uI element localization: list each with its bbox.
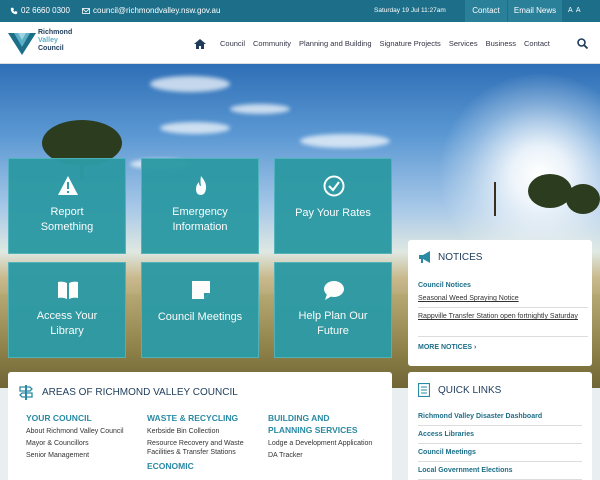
main-nav: Council Community Planning and Building … — [194, 38, 588, 49]
phone-icon — [10, 7, 18, 14]
link-senior-management[interactable]: Senior Management — [26, 451, 136, 460]
nav-item-community[interactable]: Community — [253, 39, 291, 49]
notice-link-rappville[interactable]: Rappville Transfer Station open fortnigh… — [418, 312, 586, 321]
font-size-toggle[interactable]: A A — [568, 7, 582, 14]
envelope-icon — [82, 7, 90, 14]
tile-label: Emergency Information — [172, 206, 228, 233]
list-icon — [418, 383, 430, 397]
megaphone-icon — [419, 251, 430, 263]
access-library-tile[interactable]: Access Your Library — [8, 262, 126, 358]
tree-right-small — [566, 184, 600, 214]
areas-panel: AREAS OF RICHMOND VALLEY COUNCIL YOUR CO… — [8, 372, 392, 480]
building-column: BUILDING AND PLANNING SERVICES Lodge a De… — [268, 412, 378, 463]
notices-title: NOTICES — [438, 251, 483, 263]
contact-button[interactable]: Contact — [465, 0, 507, 22]
tile-label: Access Your Library — [36, 310, 98, 337]
divider — [418, 336, 588, 337]
report-something-tile[interactable]: Report Something — [8, 158, 126, 254]
email-link[interactable]: council@richmondvalley.nsw.gov.au — [82, 6, 220, 15]
link-kerbside-bin[interactable]: Kerbside Bin Collection — [147, 427, 257, 436]
logo-line-valley: Valley — [38, 37, 58, 44]
current-datetime: Saturday 19 Jul 11:27am — [374, 7, 446, 14]
quick-link-elections[interactable]: Local Government Elections — [418, 467, 582, 480]
nav-item-signature-projects[interactable]: Signature Projects — [380, 39, 441, 49]
notice-link-weed-spraying[interactable]: Seasonal Weed Spraying Notice — [418, 294, 586, 303]
areas-title: AREAS OF RICHMOND VALLEY COUNCIL — [42, 386, 238, 398]
your-council-column: YOUR COUNCIL About Richmond Valley Counc… — [26, 412, 136, 463]
phone-number: 02 6660 0300 — [21, 6, 70, 15]
quick-link-council-meetings[interactable]: Council Meetings — [418, 449, 582, 462]
link-about-council[interactable]: About Richmond Valley Council — [26, 427, 136, 436]
tile-label: Council Meetings — [157, 311, 243, 323]
pay-your-rates-tile[interactable]: Pay Your Rates — [274, 158, 392, 254]
waste-heading[interactable]: WASTE & RECYCLING — [147, 412, 257, 424]
logo-line-richmond: Richmond — [38, 29, 73, 36]
link-mayor[interactable]: Mayor & Councillors — [26, 439, 136, 448]
home-icon[interactable] — [194, 39, 206, 49]
areas-header: AREAS OF RICHMOND VALLEY COUNCIL — [18, 384, 238, 400]
power-pole — [494, 182, 496, 216]
link-resource-recovery[interactable]: Resource Recovery and Waste Facilities &… — [147, 439, 257, 457]
notices-header: NOTICES — [418, 251, 482, 263]
tree-right — [528, 174, 572, 208]
quick-links-header: QUICK LINKS — [418, 383, 501, 397]
nav-item-council[interactable]: Council — [220, 39, 245, 49]
link-da-tracker[interactable]: DA Tracker — [268, 451, 378, 460]
nav-item-services[interactable]: Services — [449, 39, 478, 49]
site-header: Richmond Valley Council Council Communit… — [0, 22, 600, 64]
cloud — [300, 134, 390, 148]
tile-label: Pay Your Rates — [295, 207, 371, 219]
flame-icon — [196, 176, 207, 195]
link-lodge-da[interactable]: Lodge a Development Application — [268, 439, 378, 448]
nav-item-planning-building[interactable]: Planning and Building — [299, 39, 372, 49]
cloud — [150, 76, 230, 92]
book-icon — [58, 281, 78, 299]
economic-heading[interactable]: ECONOMIC — [147, 460, 257, 472]
quick-link-libraries[interactable]: Access Libraries — [418, 431, 582, 444]
tile-label: Report Something — [40, 206, 94, 233]
check-circle-icon — [323, 175, 345, 197]
logo-text[interactable]: Richmond Valley Council — [38, 29, 72, 53]
chat-icon — [324, 281, 344, 300]
council-notices-heading[interactable]: Council Notices — [418, 282, 471, 289]
emergency-information-tile[interactable]: Emergency Information — [141, 158, 259, 254]
signpost-icon — [19, 385, 33, 400]
quick-links-panel: QUICK LINKS Richmond Valley Disaster Das… — [408, 372, 592, 480]
note-icon — [192, 281, 210, 299]
email-address: council@richmondvalley.nsw.gov.au — [93, 6, 221, 15]
logo-line-council: Council — [38, 45, 64, 52]
council-logo-icon[interactable] — [8, 31, 36, 55]
nav-item-business[interactable]: Business — [486, 39, 516, 49]
more-notices-link[interactable]: MORE NOTICES › — [418, 344, 476, 351]
council-meetings-tile[interactable]: Council Meetings — [141, 262, 259, 358]
notices-panel: NOTICES Council Notices Seasonal Weed Sp… — [408, 240, 592, 366]
cloud — [230, 104, 290, 114]
warning-icon — [58, 176, 78, 195]
your-council-heading[interactable]: YOUR COUNCIL — [26, 412, 136, 424]
search-icon[interactable] — [577, 38, 588, 49]
chevron-right-icon: › — [474, 344, 477, 351]
building-heading[interactable]: BUILDING AND PLANNING SERVICES — [268, 412, 378, 436]
phone-link[interactable]: 02 6660 0300 — [10, 6, 70, 15]
nav-item-contact[interactable]: Contact — [524, 39, 550, 49]
quick-links-title: QUICK LINKS — [438, 384, 502, 396]
divider — [418, 307, 588, 308]
top-bar: 02 6660 0300 council@richmondvalley.nsw.… — [0, 0, 600, 22]
help-plan-future-tile[interactable]: Help Plan Our Future — [274, 262, 392, 358]
cloud — [160, 122, 230, 134]
quick-link-disaster-dashboard[interactable]: Richmond Valley Disaster Dashboard — [418, 413, 582, 426]
email-news-button[interactable]: Email News — [508, 0, 562, 22]
tile-label: Help Plan Our Future — [298, 310, 368, 337]
waste-column: WASTE & RECYCLING Kerbside Bin Collectio… — [147, 412, 257, 475]
